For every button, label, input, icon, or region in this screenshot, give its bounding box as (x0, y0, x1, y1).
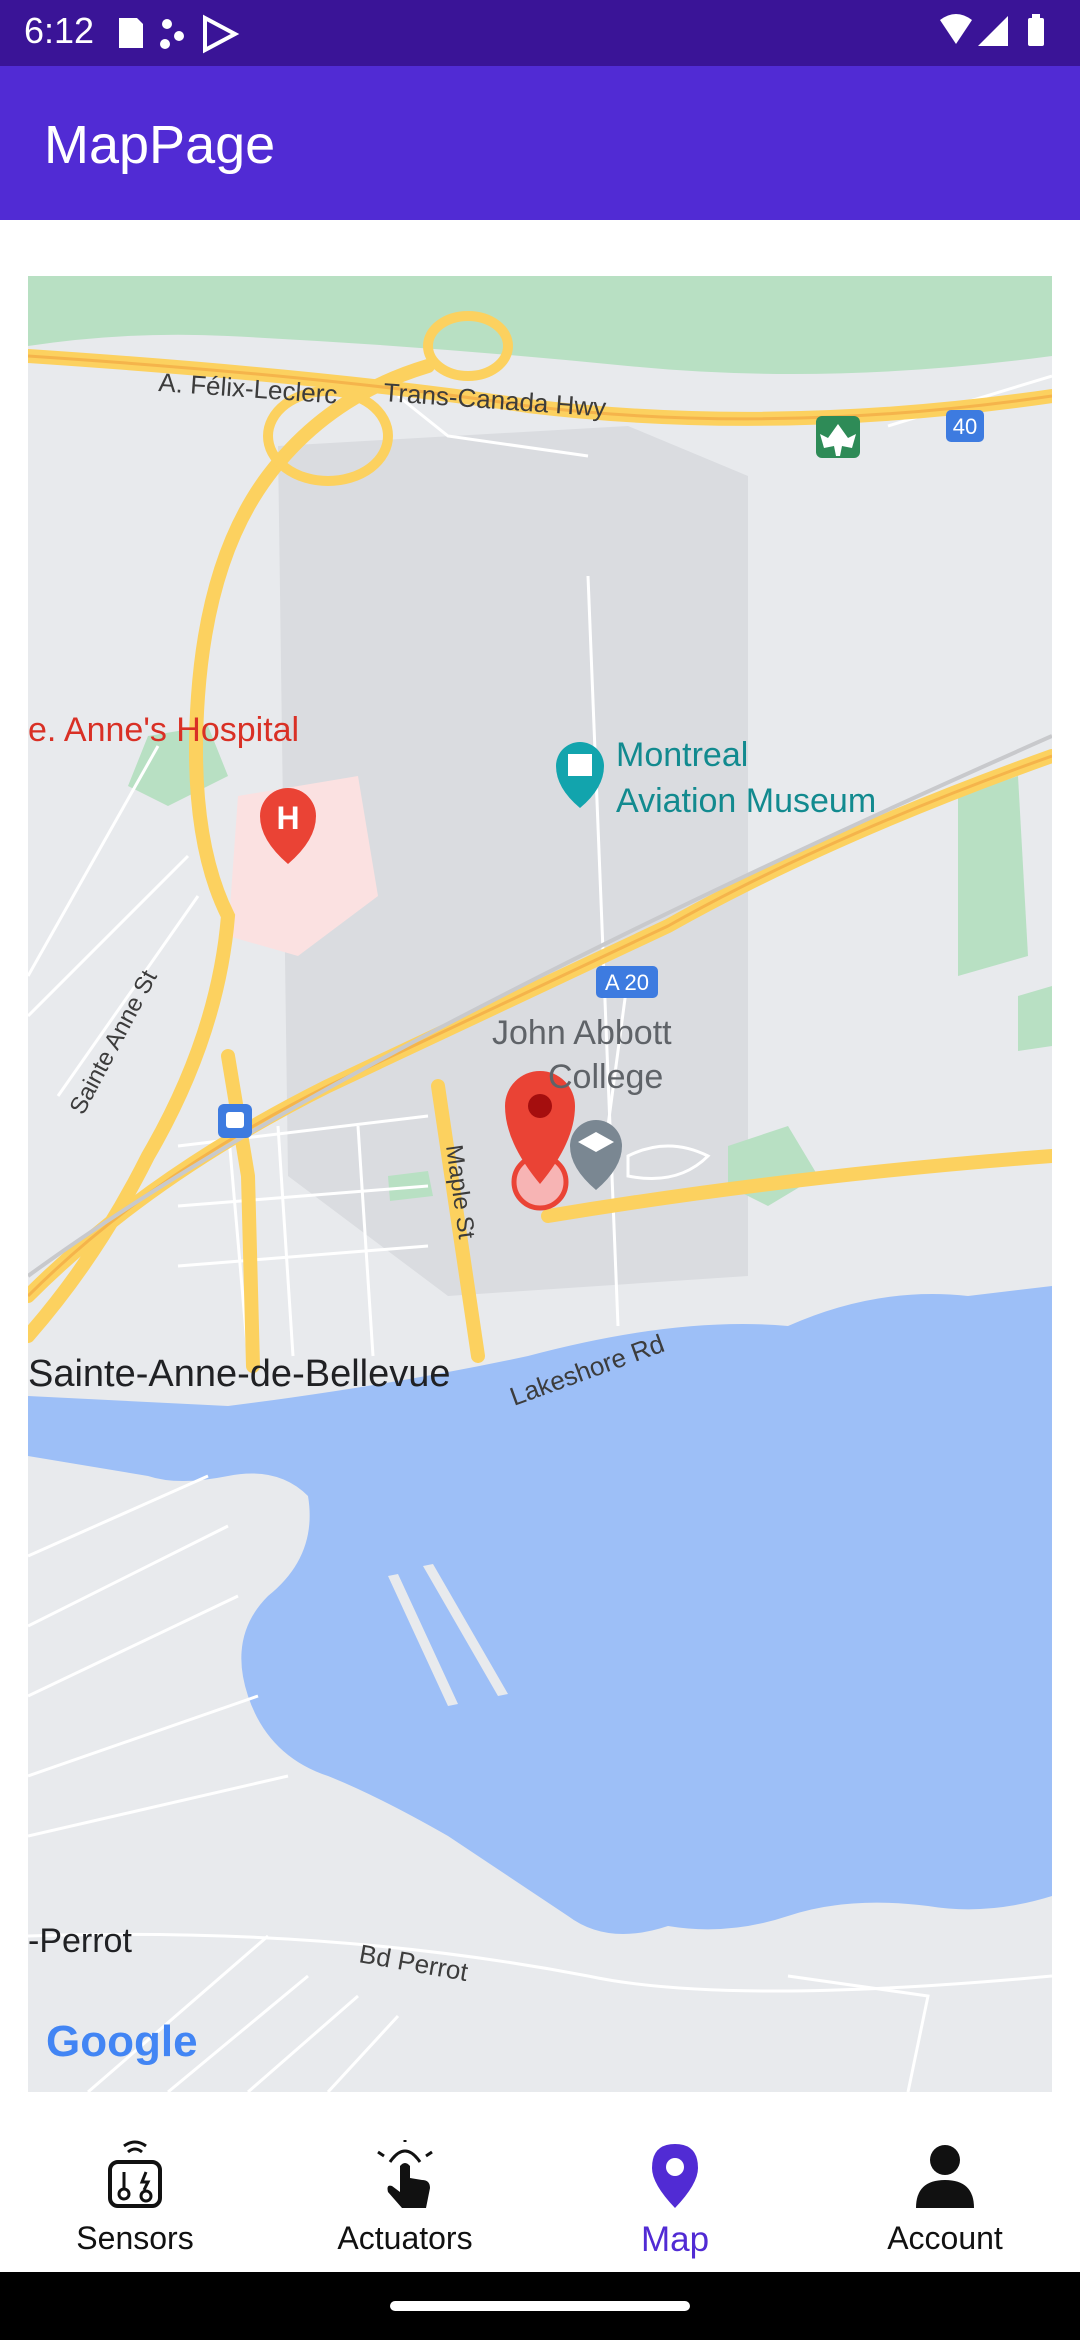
home-gesture-handle[interactable] (390, 2301, 690, 2311)
sensors-icon (108, 2140, 162, 2208)
label-hospital: e. Anne's Hospital (28, 711, 299, 749)
a20-shield: A 20 (596, 966, 658, 998)
nav-label-account: Account (887, 2220, 1003, 2256)
map-pin-icon (652, 2144, 698, 2208)
label-museum-line2: Aviation Museum (616, 782, 876, 820)
status-time: 6:12 (24, 10, 95, 51)
label-town: Sainte-Anne-de-Bellevue (28, 1353, 451, 1395)
page-title: MapPage (44, 115, 276, 175)
nav-label-actuators: Actuators (337, 2220, 473, 2256)
wifi-icon (940, 14, 972, 44)
notification-icons (115, 14, 275, 59)
play-store-icon (203, 14, 240, 54)
nav-label-sensors: Sensors (76, 2220, 194, 2256)
bottom-navigation: Sensors Actuators Map Account (0, 2100, 1080, 2272)
google-logo: Google (46, 2017, 198, 2066)
label-college-line2: College (548, 1058, 663, 1096)
route-40-shield: 40 (946, 410, 984, 442)
system-icons (936, 12, 1056, 57)
svg-text:Google: Google (46, 2017, 198, 2066)
status-bar: 6:12 (0, 0, 1080, 66)
dots-icon (160, 19, 184, 49)
svg-text:H: H (276, 800, 299, 836)
label-perrot-town: -Perrot (28, 1922, 132, 1960)
park-small-2 (958, 776, 1028, 976)
touch-icon (377, 2140, 433, 2208)
svg-text:40: 40 (953, 414, 977, 439)
sd-card-icon (119, 18, 143, 48)
nav-item-actuators[interactable]: Actuators (270, 2100, 540, 2272)
battery-icon (1028, 14, 1044, 46)
map-canvas[interactable]: 40 A 20 H A. Félix-Leclerc Trans-Canada … (28, 276, 1052, 2092)
label-museum-line1: Montreal (616, 736, 748, 774)
bus-stop-icon (218, 1104, 252, 1138)
app-bar: MapPage (0, 66, 1080, 220)
trans-canada-icon (816, 416, 860, 458)
map-view[interactable]: 40 A 20 H A. Félix-Leclerc Trans-Canada … (28, 276, 1052, 2092)
signal-icon (978, 16, 1008, 46)
svg-text:A 20: A 20 (605, 970, 649, 995)
nav-label-map: Map (640, 2220, 710, 2259)
nav-item-account[interactable]: Account (810, 2100, 1080, 2272)
nav-item-sensors[interactable]: Sensors (0, 2100, 270, 2272)
label-college-line1: John Abbott (492, 1014, 672, 1052)
nav-item-map[interactable]: Map (540, 2100, 810, 2272)
person-icon (916, 2145, 974, 2208)
park-small-3 (1018, 986, 1052, 1051)
